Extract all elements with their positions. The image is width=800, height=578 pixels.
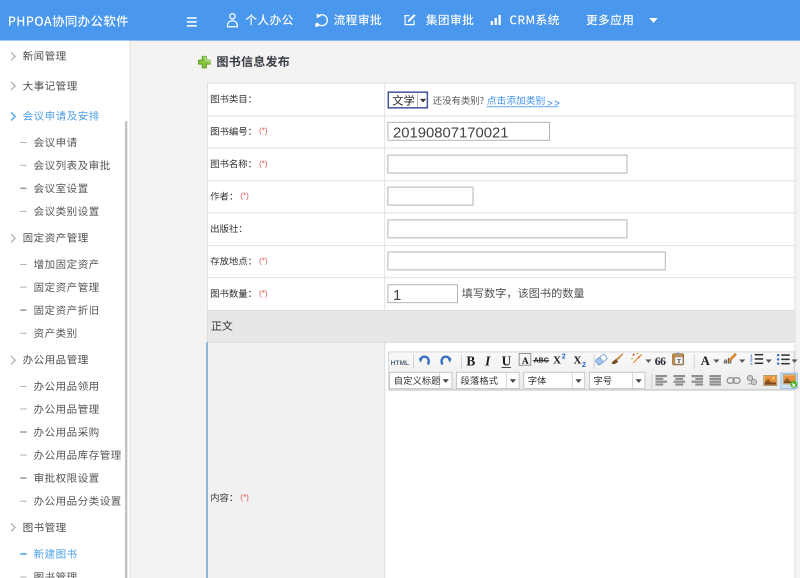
svg-text:3: 3 [750,362,753,365]
